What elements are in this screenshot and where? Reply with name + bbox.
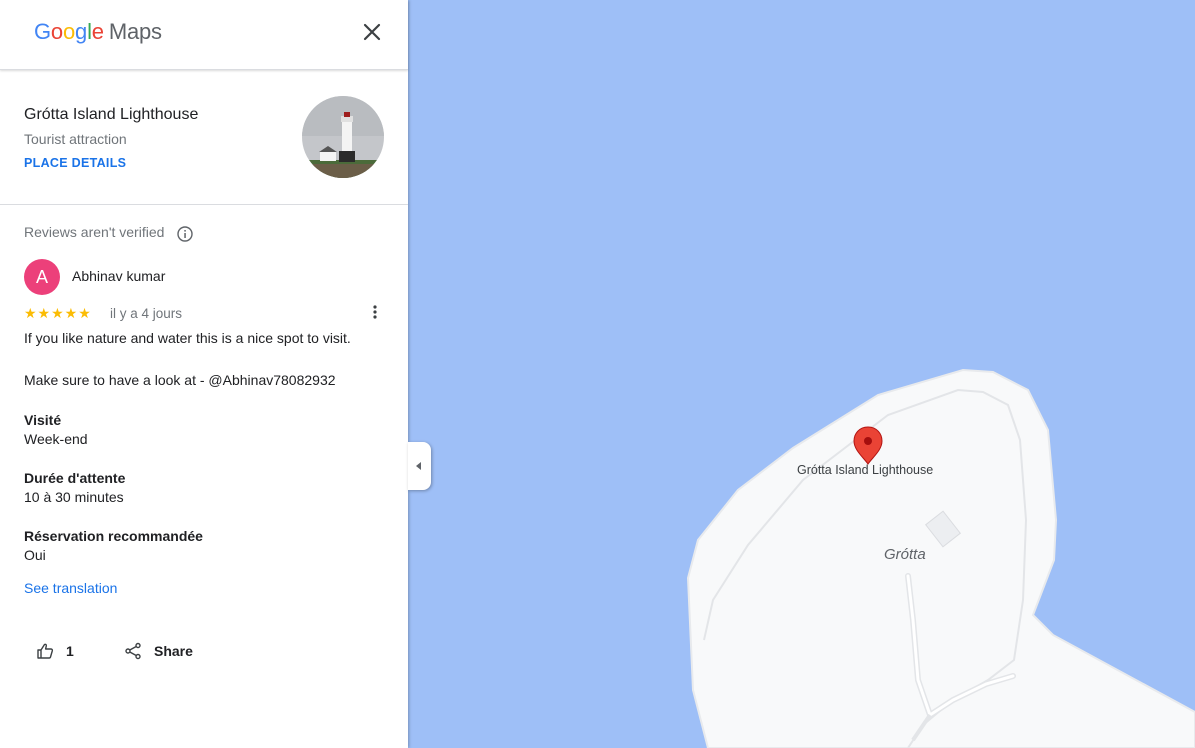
panel-header: Google Maps [0,0,408,70]
island-label: Grótta [884,546,926,563]
share-label: Share [154,643,193,659]
share-icon [125,642,141,660]
share-button[interactable]: Share [124,640,193,662]
map-canvas[interactable]: Grótta Island Lighthouse Grótta [408,0,1195,748]
place-summary: Grótta Island Lighthouse Tourist attract… [0,70,408,205]
place-details-link[interactable]: PLACE DETAILS [24,156,126,170]
google-maps-logo: Google Maps [34,19,162,44]
like-count: 1 [66,643,74,659]
map-graphics [686,368,1195,748]
reservation-value: Oui [24,547,46,563]
island-shape [686,368,1195,748]
place-title: Grótta Island Lighthouse [24,106,199,123]
review-text-line: If you like nature and water this is a n… [24,330,351,346]
more-vert-icon [373,305,377,319]
reviews-verify-note: Reviews aren't verified [24,224,165,240]
reservation-label: Réservation recommandée [24,528,203,544]
see-translation-link[interactable]: See translation [24,580,117,596]
pin-label[interactable]: Grótta Island Lighthouse [797,463,933,477]
thumbs-up-icon [37,643,54,659]
star-rating: ★★★★★ [24,305,92,321]
place-type: Tourist attraction [24,131,127,147]
collapse-panel-button[interactable] [408,442,431,490]
lighthouse-photo-image [302,96,384,178]
review-text-line: Make sure to have a look at - @Abhinav78… [24,372,336,388]
wait-value: 10 à 30 minutes [24,489,124,505]
close-icon [363,23,381,41]
more-options-button[interactable] [364,303,386,323]
side-panel: Google Maps Grótta Island Lighthouse Tour… [0,0,408,748]
visit-label: Visité [24,412,62,428]
visit-value: Week-end [24,431,88,447]
place-photo[interactable] [302,96,384,178]
avatar[interactable]: A [24,259,60,295]
review-author[interactable]: Abhinav kumar [72,268,165,284]
caret-left-icon [416,462,421,470]
review-date: il y a 4 jours [110,306,183,321]
wait-label: Durée d'attente [24,470,126,486]
like-button[interactable]: 1 [36,640,74,662]
info-icon[interactable] [176,225,194,243]
close-button[interactable] [358,18,386,46]
